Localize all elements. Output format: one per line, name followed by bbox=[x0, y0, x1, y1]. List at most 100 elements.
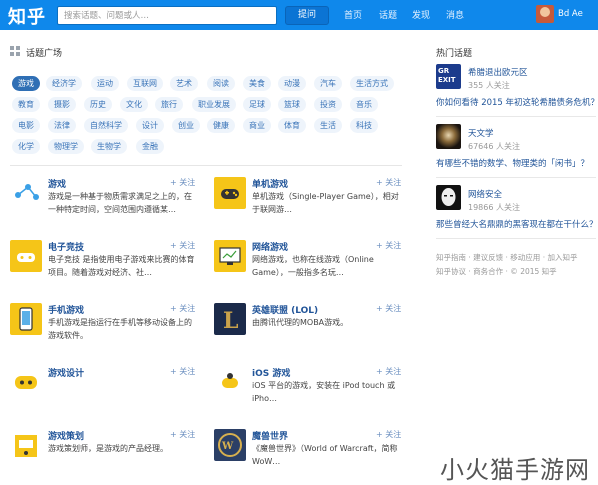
tag[interactable]: 旅行 bbox=[155, 97, 183, 112]
topic-card-game[interactable]: 游戏 + 关注 游戏是一种基于物质需求满足之上的，在一种特定时间，空间范围内遵循… bbox=[10, 177, 200, 233]
card-description: 网络游戏，也称在线游戏（Online Game），一般指多名玩… bbox=[252, 255, 374, 277]
card-title[interactable]: 网络游戏 bbox=[252, 240, 288, 253]
follow-button[interactable]: + 关注 bbox=[170, 429, 195, 440]
hot-topic-title[interactable]: 网络安全 bbox=[468, 188, 502, 200]
username[interactable]: Bd Ae bbox=[558, 9, 583, 19]
card-title[interactable]: 电子竞技 bbox=[48, 240, 84, 253]
tag[interactable]: 生活方式 bbox=[350, 76, 394, 91]
follow-button[interactable]: + 关注 bbox=[376, 240, 401, 251]
tag[interactable]: 运动 bbox=[91, 76, 119, 91]
tag[interactable]: 游戏 bbox=[12, 76, 40, 91]
hot-topic-question[interactable]: 那些曾经大名鼎鼎的黑客现在都在干什么？ bbox=[436, 218, 598, 230]
card-title[interactable]: 英雄联盟 (LOL) bbox=[252, 303, 318, 316]
tag[interactable]: 摄影 bbox=[48, 97, 76, 112]
tag[interactable]: 物理学 bbox=[48, 139, 84, 154]
tag[interactable]: 自然科学 bbox=[84, 118, 128, 133]
tag[interactable]: 艺术 bbox=[170, 76, 198, 91]
footer-legal[interactable]: 知乎协议 · 商务合作 · © 2015 知乎 bbox=[436, 266, 557, 277]
section-title: 话题广场 bbox=[26, 49, 63, 59]
card-title[interactable]: 单机游戏 bbox=[252, 177, 288, 190]
wow-logo-icon: W bbox=[214, 429, 246, 461]
tag[interactable]: 历史 bbox=[84, 97, 112, 112]
tag[interactable]: 音乐 bbox=[350, 97, 378, 112]
follow-button[interactable]: + 关注 bbox=[170, 240, 195, 251]
topic-card-wow[interactable]: W 魔兽世界 + 关注 《魔兽世界》（World of Warcraft，简称 … bbox=[214, 429, 404, 485]
card-description: 由腾讯代理的MOBA游戏。 bbox=[252, 318, 349, 327]
top-bar: 知乎 搜索话题、问题或人… 提问 首页 话题 发现 消息 Bd Ae bbox=[0, 0, 598, 30]
card-title[interactable]: 游戏设计 bbox=[48, 366, 84, 379]
card-title[interactable]: 手机游戏 bbox=[48, 303, 84, 316]
hot-topic-question[interactable]: 你如何看待 2015 年初这轮希腊债务危机？ bbox=[436, 96, 598, 108]
card-title[interactable]: 游戏策划 bbox=[48, 429, 84, 442]
hot-topic-question[interactable]: 有哪些不错的数学、物理类的「闲书」？ bbox=[436, 157, 589, 169]
follow-button[interactable]: + 关注 bbox=[170, 303, 195, 314]
tag[interactable]: 化学 bbox=[12, 139, 40, 154]
nav-home[interactable]: 首页 bbox=[344, 8, 362, 21]
security-mask-image[interactable] bbox=[436, 185, 461, 210]
grid-icon bbox=[10, 46, 20, 56]
follow-button[interactable]: + 关注 bbox=[170, 177, 195, 188]
tag[interactable]: 汽车 bbox=[314, 76, 342, 91]
tag[interactable]: 动漫 bbox=[278, 76, 306, 91]
follow-button[interactable]: + 关注 bbox=[376, 429, 401, 440]
hot-topic-title[interactable]: 天文学 bbox=[468, 127, 494, 139]
grexit-image[interactable]: GR EXIT bbox=[436, 64, 461, 89]
card-title[interactable]: iOS 游戏 bbox=[252, 366, 290, 379]
tag[interactable]: 设计 bbox=[136, 118, 164, 133]
hot-topics-title: 热门话题 bbox=[436, 49, 473, 59]
tag[interactable]: 商业 bbox=[243, 118, 271, 133]
hot-topic-title[interactable]: 希腊退出欧元区 bbox=[468, 66, 528, 78]
tag[interactable]: 篮球 bbox=[278, 97, 306, 112]
footer-links[interactable]: 知乎指南 · 建议反馈 · 移动应用 · 加入知乎 bbox=[436, 252, 577, 263]
tag[interactable]: 教育 bbox=[12, 97, 40, 112]
tag[interactable]: 美食 bbox=[243, 76, 271, 91]
watermark: 小火猫手游网 bbox=[440, 456, 590, 484]
astronomy-image[interactable] bbox=[436, 124, 461, 149]
avatar[interactable] bbox=[536, 5, 554, 23]
hot-topic-count: 67646 人关注 bbox=[468, 142, 520, 151]
tag[interactable]: 阅读 bbox=[207, 76, 235, 91]
follow-button[interactable]: + 关注 bbox=[170, 366, 195, 377]
card-description: 游戏策划师，是游戏的产品经理。 bbox=[48, 444, 168, 453]
tag[interactable]: 体育 bbox=[278, 118, 306, 133]
esports-icon bbox=[10, 240, 42, 272]
tag[interactable]: 电影 bbox=[12, 118, 40, 133]
follow-button[interactable]: + 关注 bbox=[376, 177, 401, 188]
topic-card-esports[interactable]: 电子竞技 + 关注 电子竞技 是指使用电子游戏来比赛的体育项目。随着游戏对经济、… bbox=[10, 240, 200, 296]
nav-messages[interactable]: 消息 bbox=[446, 8, 464, 21]
topic-card-online-game[interactable]: 网络游戏 + 关注 网络游戏，也称在线游戏（Online Game），一般指多名… bbox=[214, 240, 404, 296]
planning-icon bbox=[10, 429, 42, 461]
tag[interactable]: 投资 bbox=[314, 97, 342, 112]
tag[interactable]: 生活 bbox=[314, 118, 342, 133]
topic-card-ios-game[interactable]: iOS 游戏 + 关注 iOS 平台的游戏，安装在 iPod touch 或 i… bbox=[214, 366, 404, 422]
lol-logo-icon: L bbox=[214, 303, 246, 335]
tag[interactable]: 科技 bbox=[350, 118, 378, 133]
tag[interactable]: 健康 bbox=[207, 118, 235, 133]
topic-card-game-planning[interactable]: 游戏策划 + 关注 游戏策划师，是游戏的产品经理。 bbox=[10, 429, 200, 485]
tag[interactable]: 足球 bbox=[243, 97, 271, 112]
tag[interactable]: 文化 bbox=[120, 97, 148, 112]
tag[interactable]: 职业发展 bbox=[192, 97, 236, 112]
nav-discover[interactable]: 发现 bbox=[412, 8, 430, 21]
tag[interactable]: 创业 bbox=[172, 118, 200, 133]
follow-button[interactable]: + 关注 bbox=[376, 366, 401, 377]
tag[interactable]: 法律 bbox=[48, 118, 76, 133]
tag[interactable]: 互联网 bbox=[127, 76, 163, 91]
topic-card-single-player[interactable]: 单机游戏 + 关注 单机游戏（Single-Player Game），相对于联网… bbox=[214, 177, 404, 233]
follow-button[interactable]: + 关注 bbox=[376, 303, 401, 314]
tag[interactable]: 金融 bbox=[136, 139, 164, 154]
ask-button[interactable]: 提问 bbox=[285, 6, 329, 25]
topic-card-game-design[interactable]: 游戏设计 + 关注 bbox=[10, 366, 200, 422]
divider bbox=[436, 116, 596, 117]
card-title[interactable]: 游戏 bbox=[48, 177, 66, 190]
topic-card-mobile-game[interactable]: 手机游戏 + 关注 手机游戏是指运行在手机等移动设备上的游戏软件。 bbox=[10, 303, 200, 359]
site-logo[interactable]: 知乎 bbox=[8, 3, 46, 29]
search-input[interactable]: 搜索话题、问题或人… bbox=[57, 6, 277, 25]
card-title[interactable]: 魔兽世界 bbox=[252, 429, 288, 442]
card-description: 《魔兽世界》（World of Warcraft，简称 WoW… bbox=[252, 444, 398, 466]
nav-topics[interactable]: 话题 bbox=[379, 8, 397, 21]
tag[interactable]: 经济学 bbox=[46, 76, 82, 91]
tag[interactable]: 生物学 bbox=[91, 139, 127, 154]
topic-card-lol[interactable]: L 英雄联盟 (LOL) + 关注 由腾讯代理的MOBA游戏。 bbox=[214, 303, 404, 359]
gamepad-icon bbox=[214, 177, 246, 209]
